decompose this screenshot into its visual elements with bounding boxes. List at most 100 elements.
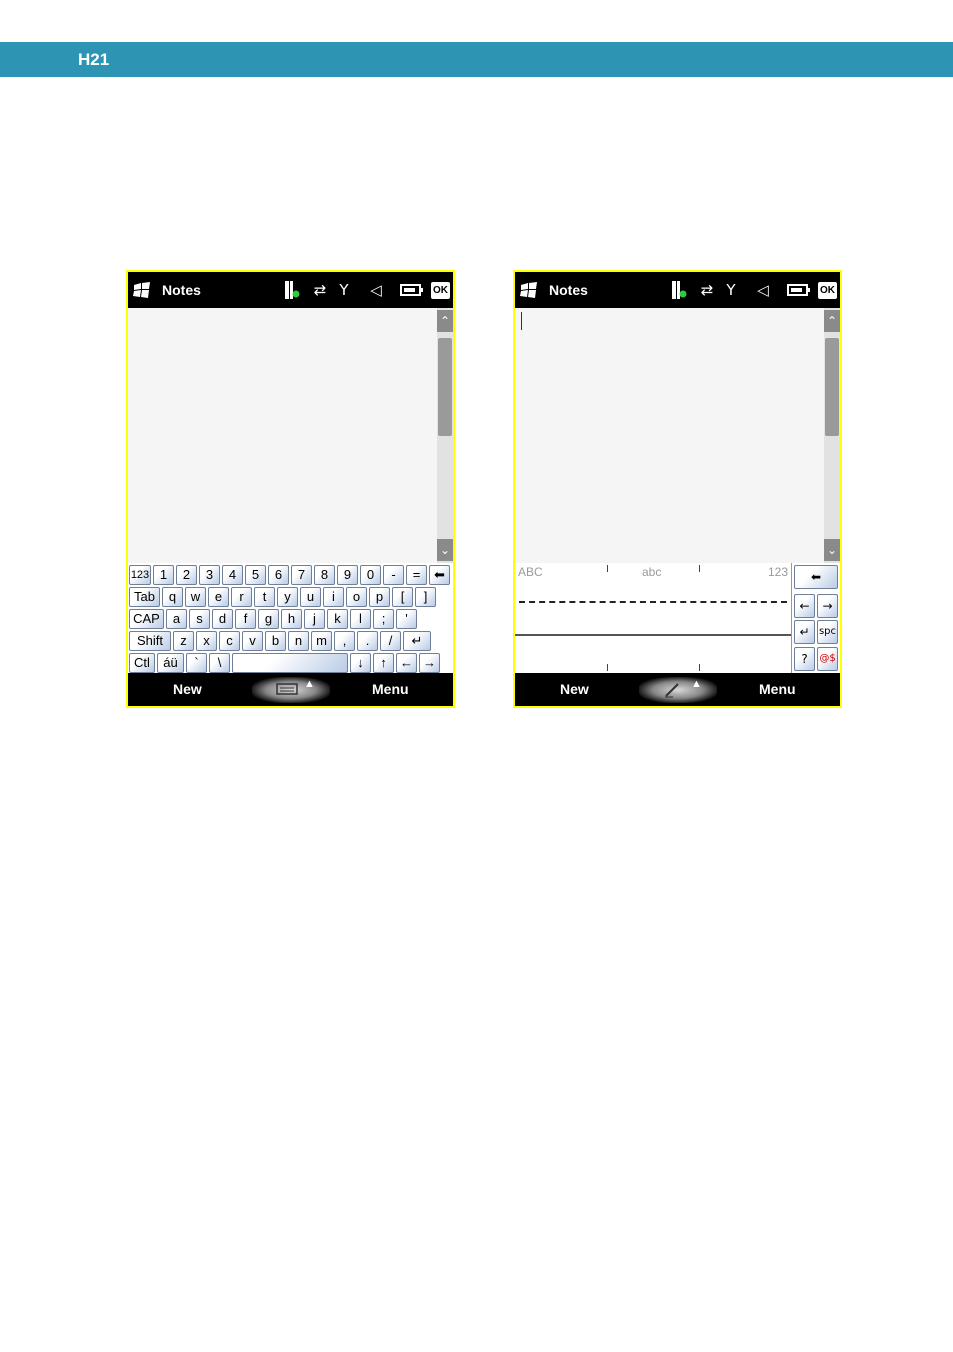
key[interactable]: 7 xyxy=(291,565,312,585)
key[interactable]: . xyxy=(357,631,378,651)
ctrl-key[interactable]: Ctl xyxy=(129,653,155,673)
scroll-up-button[interactable]: ⌃ xyxy=(437,310,453,332)
key[interactable]: 8 xyxy=(314,565,335,585)
key[interactable]: 3 xyxy=(199,565,220,585)
key[interactable]: x xyxy=(196,631,217,651)
key[interactable]: q xyxy=(162,587,183,607)
help-key[interactable]: ? xyxy=(794,647,815,671)
arrow-right-key[interactable]: → xyxy=(419,653,440,673)
key[interactable]: / xyxy=(380,631,401,651)
key[interactable]: w xyxy=(185,587,206,607)
arrow-right-key[interactable]: → xyxy=(817,594,838,618)
windows-logo-icon[interactable] xyxy=(520,282,538,298)
key[interactable]: j xyxy=(304,609,325,629)
key[interactable]: 4 xyxy=(222,565,243,585)
scrollbar[interactable]: ⌃ ⌄ xyxy=(437,308,453,563)
enter-key[interactable]: ↵ xyxy=(794,620,815,644)
key[interactable]: n xyxy=(288,631,309,651)
enter-key[interactable]: ↵ xyxy=(403,631,431,651)
scroll-up-button[interactable]: ⌃ xyxy=(824,310,840,332)
backspace-key[interactable]: ⬅ xyxy=(429,565,450,585)
input-panel-button[interactable]: ▲ xyxy=(639,677,717,703)
sync-arrows-icon[interactable]: ⇄ xyxy=(309,280,331,300)
key[interactable]: ; xyxy=(373,609,394,629)
handwriting-area[interactable] xyxy=(515,563,792,673)
zone-divider xyxy=(699,664,700,671)
ok-button[interactable]: OK xyxy=(818,282,837,299)
key[interactable]: e xyxy=(208,587,229,607)
key[interactable]: ] xyxy=(415,587,436,607)
space-key[interactable]: spc xyxy=(817,620,838,644)
signal-antenna-icon[interactable]: Y xyxy=(723,280,739,300)
arrow-up-key[interactable]: ↑ xyxy=(373,653,394,673)
menu-softkey[interactable]: Menu xyxy=(372,681,409,697)
arrow-down-key[interactable]: ↓ xyxy=(350,653,371,673)
volume-muted-icon[interactable]: ◁ xyxy=(365,280,387,300)
notes-content-area[interactable] xyxy=(515,308,824,563)
key[interactable]: s xyxy=(189,609,210,629)
space-key[interactable] xyxy=(232,653,348,673)
key[interactable]: f xyxy=(235,609,256,629)
symbols-key[interactable]: @$ xyxy=(817,647,838,671)
key[interactable]: \ xyxy=(209,653,230,673)
key[interactable]: 2 xyxy=(176,565,197,585)
battery-icon[interactable] xyxy=(787,280,811,300)
key[interactable]: u xyxy=(300,587,321,607)
battery-charge-icon[interactable] xyxy=(671,280,687,300)
key[interactable]: k xyxy=(327,609,348,629)
key[interactable]: g xyxy=(258,609,279,629)
key[interactable]: - xyxy=(383,565,404,585)
volume-muted-icon[interactable]: ◁ xyxy=(752,280,774,300)
key[interactable]: y xyxy=(277,587,298,607)
shift-key[interactable]: Shift xyxy=(129,631,171,651)
key[interactable]: = xyxy=(406,565,427,585)
key[interactable]: a xyxy=(166,609,187,629)
key[interactable]: i xyxy=(323,587,344,607)
arrow-left-key[interactable]: ← xyxy=(794,594,815,618)
key[interactable]: ' xyxy=(396,609,417,629)
key[interactable]: [ xyxy=(392,587,413,607)
accent-key[interactable]: áü xyxy=(157,653,184,673)
new-softkey[interactable]: New xyxy=(560,681,589,697)
input-panel-button[interactable]: ▲ xyxy=(252,677,330,703)
scroll-down-button[interactable]: ⌄ xyxy=(824,539,840,561)
key[interactable]: z xyxy=(173,631,194,651)
key[interactable]: r xyxy=(231,587,252,607)
caps-key[interactable]: CAP xyxy=(129,609,164,629)
battery-charge-icon[interactable] xyxy=(284,280,300,300)
notes-content-area[interactable] xyxy=(128,308,437,563)
key[interactable]: c xyxy=(219,631,240,651)
backspace-key[interactable]: ⬅ xyxy=(794,565,838,589)
key[interactable]: t xyxy=(254,587,275,607)
key[interactable]: ` xyxy=(186,653,207,673)
sync-arrows-icon[interactable]: ⇄ xyxy=(696,280,718,300)
ok-button[interactable]: OK xyxy=(431,282,450,299)
key[interactable]: 123 xyxy=(129,565,151,585)
key[interactable]: b xyxy=(265,631,286,651)
key[interactable]: p xyxy=(369,587,390,607)
signal-antenna-icon[interactable]: Y xyxy=(336,280,352,300)
key[interactable]: 0 xyxy=(360,565,381,585)
key[interactable]: l xyxy=(350,609,371,629)
key[interactable]: h xyxy=(281,609,302,629)
new-softkey[interactable]: New xyxy=(173,681,202,697)
key[interactable]: d xyxy=(212,609,233,629)
menu-softkey[interactable]: Menu xyxy=(759,681,796,697)
key[interactable]: , xyxy=(334,631,355,651)
arrow-left-key[interactable]: ← xyxy=(396,653,417,673)
key[interactable]: 9 xyxy=(337,565,358,585)
key[interactable]: m xyxy=(311,631,332,651)
tab-key[interactable]: Tab xyxy=(129,587,160,607)
scroll-down-button[interactable]: ⌄ xyxy=(437,539,453,561)
key[interactable]: v xyxy=(242,631,263,651)
scroll-thumb[interactable] xyxy=(825,338,839,436)
scroll-thumb[interactable] xyxy=(438,338,452,436)
softkey-bar: New ▲ Menu xyxy=(515,673,840,706)
windows-logo-icon[interactable] xyxy=(133,282,151,298)
scrollbar[interactable]: ⌃ ⌄ xyxy=(824,308,840,563)
key[interactable]: 5 xyxy=(245,565,266,585)
key[interactable]: 1 xyxy=(153,565,174,585)
key[interactable]: 6 xyxy=(268,565,289,585)
battery-icon[interactable] xyxy=(400,280,424,300)
key[interactable]: o xyxy=(346,587,367,607)
